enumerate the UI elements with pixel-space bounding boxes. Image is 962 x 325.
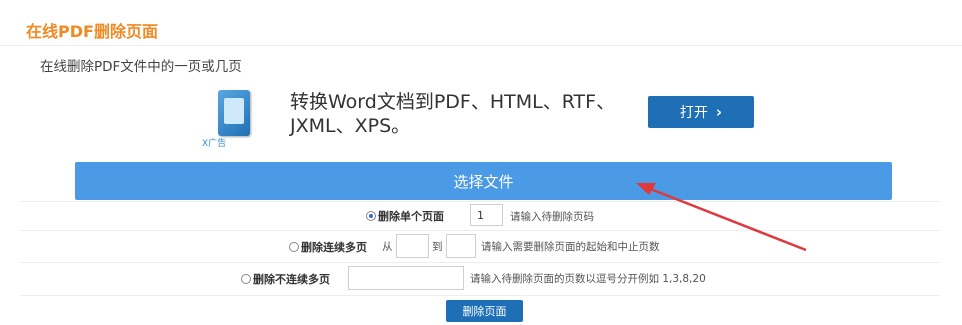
annotation-arrow	[636, 183, 807, 252]
